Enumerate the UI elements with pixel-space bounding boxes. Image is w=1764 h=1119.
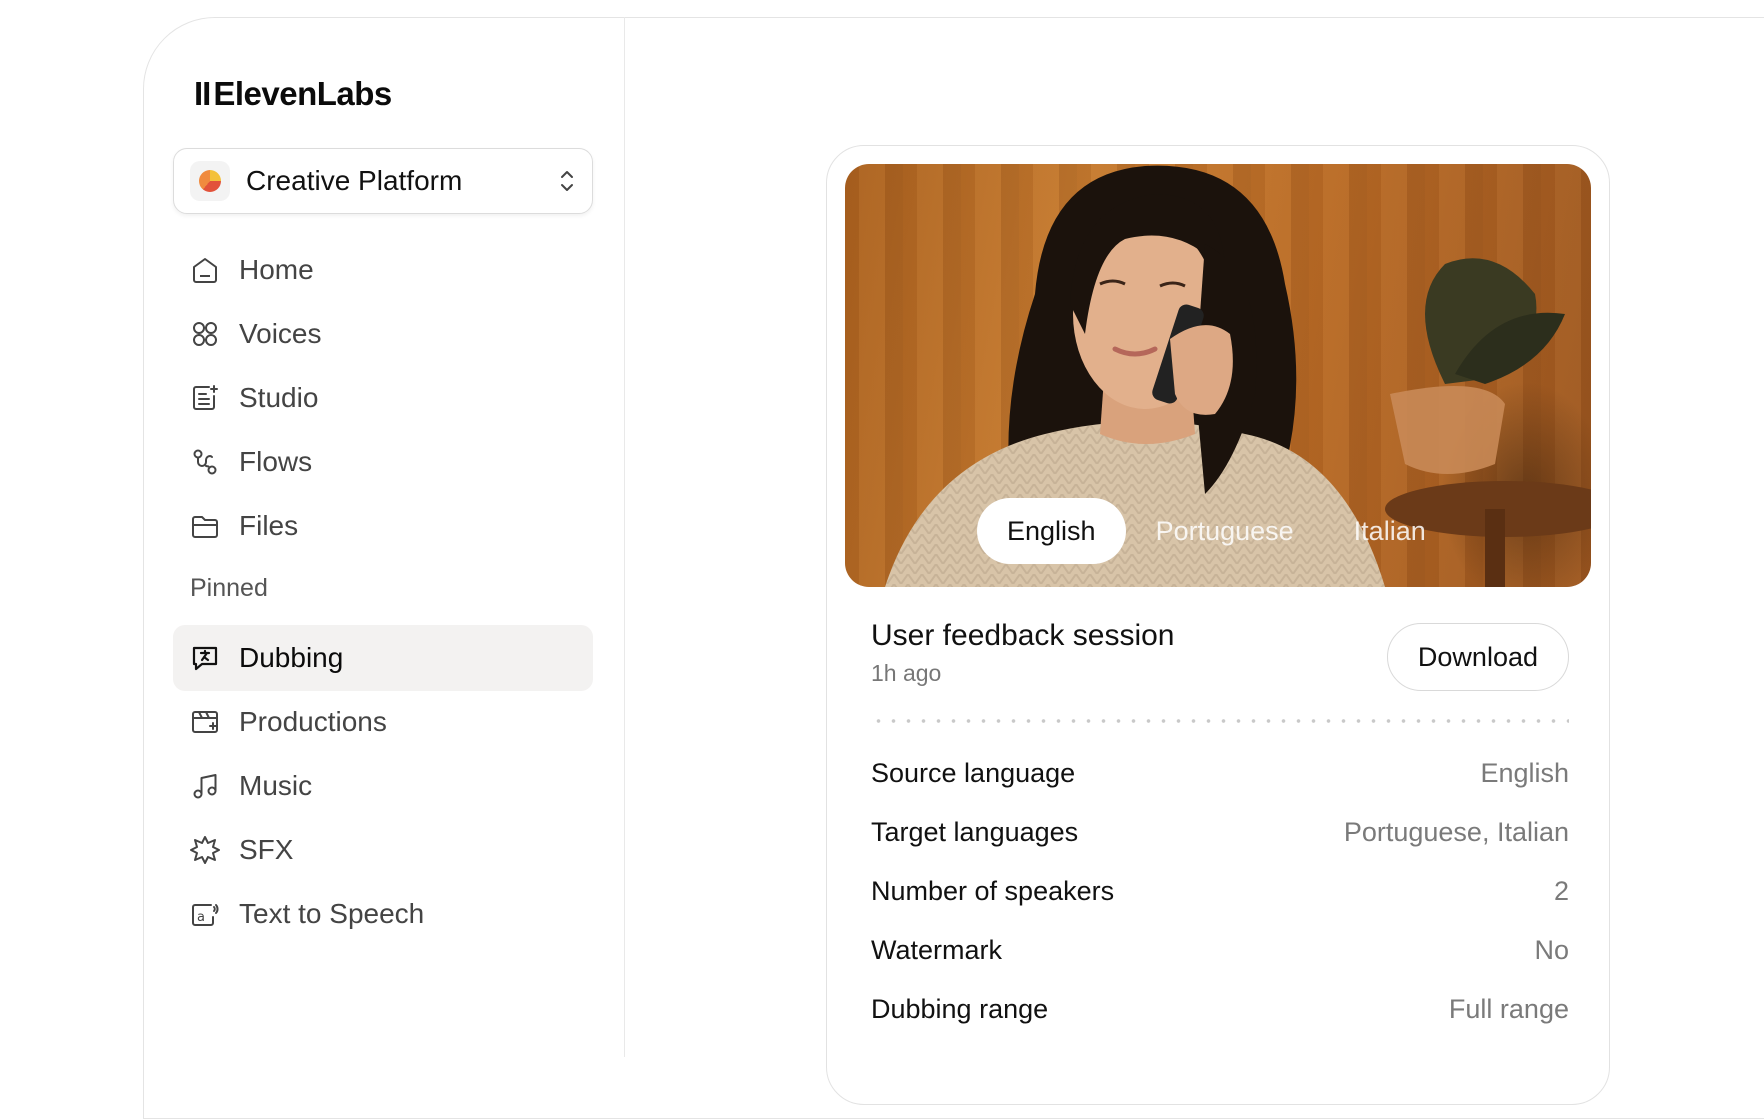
detail-row: Target languages Portuguese, Italian <box>871 812 1569 852</box>
music-icon <box>193 774 217 799</box>
video-preview-image[interactable]: English Portuguese Italian <box>845 164 1591 587</box>
studio-icon <box>193 385 218 410</box>
detail-value: English <box>1480 757 1569 788</box>
workspace-logo-icon <box>190 161 230 201</box>
sidebar-item-text-to-speech[interactable]: a Text to Speech <box>173 881 593 947</box>
sidebar-item-dubbing[interactable]: Dubbing <box>173 625 593 691</box>
sidebar-item-label: Voices <box>239 318 322 349</box>
detail-key: Number of speakers <box>871 875 1115 906</box>
detail-key: Source language <box>871 757 1076 788</box>
language-tabs: English Portuguese Italian <box>977 498 1456 564</box>
sfx-icon <box>190 836 220 864</box>
flows-icon <box>193 449 217 475</box>
tab-english[interactable]: English <box>977 498 1126 564</box>
files-icon <box>192 516 218 538</box>
pinned-section-label: Pinned <box>190 574 268 602</box>
tab-italian[interactable]: Italian <box>1324 498 1456 564</box>
detail-value: Full range <box>1448 993 1569 1024</box>
sidebar-item-music[interactable]: Music <box>173 753 593 819</box>
detail-row: Source language English <box>871 753 1569 793</box>
sidebar-item-label: Files <box>239 510 299 541</box>
sidebar-item-label: SFX <box>239 834 294 865</box>
sidebar-item-home[interactable]: Home <box>173 237 593 303</box>
sidebar-item-label: Studio <box>239 382 319 413</box>
sidebar-item-sfx[interactable]: SFX <box>173 817 593 883</box>
detail-value: No <box>1534 934 1569 965</box>
sidebar-item-label: Music <box>239 770 313 801</box>
sidebar-item-files[interactable]: Files <box>173 493 593 559</box>
detail-key: Watermark <box>871 934 1003 965</box>
detail-row: Dubbing range Full range <box>871 989 1569 1029</box>
detail-value: Portuguese, Italian <box>1343 816 1569 847</box>
sidebar-item-label: Productions <box>239 706 387 737</box>
brand-logo[interactable]: IIElevenLabs <box>194 75 392 113</box>
sidebar-item-label: Flows <box>239 446 313 477</box>
detail-key: Dubbing range <box>871 993 1049 1024</box>
sidebar-item-productions[interactable]: Productions <box>173 689 593 755</box>
detail-row: Watermark No <box>871 930 1569 970</box>
sidebar-item-flows[interactable]: Flows <box>173 429 593 495</box>
download-button[interactable]: Download <box>1386 623 1569 691</box>
tab-portuguese[interactable]: Portuguese <box>1126 498 1324 564</box>
sidebar-item-label: Home <box>239 254 314 285</box>
dotted-divider <box>871 719 1569 723</box>
svg-text:a: a <box>197 910 205 925</box>
voices-icon <box>193 322 217 346</box>
project-title: User feedback session <box>871 619 1175 652</box>
project-timestamp: 1h ago <box>871 660 942 686</box>
sidebar-item-label: Dubbing <box>239 642 344 673</box>
chevron-up-down-icon <box>561 171 573 191</box>
detail-row: Number of speakers 2 <box>871 871 1569 911</box>
sidebar-item-studio[interactable]: Studio <box>173 365 593 431</box>
workspace-name: Creative Platform <box>246 165 463 196</box>
text-to-speech-icon: a <box>192 904 219 926</box>
sidebar-item-label: Text to Speech <box>239 898 425 929</box>
detail-value: 2 <box>1553 875 1569 906</box>
workspace-switcher[interactable]: Creative Platform <box>173 148 593 214</box>
detail-key: Target languages <box>871 816 1079 847</box>
sidebar: IIElevenLabs Creative Platform Home Voic… <box>143 17 625 1057</box>
sidebar-item-voices[interactable]: Voices <box>173 301 593 367</box>
dubbing-project-card: English Portuguese Italian User feedback… <box>826 145 1610 1105</box>
productions-icon <box>192 711 218 733</box>
home-icon <box>193 258 217 283</box>
dubbing-icon <box>192 646 218 671</box>
